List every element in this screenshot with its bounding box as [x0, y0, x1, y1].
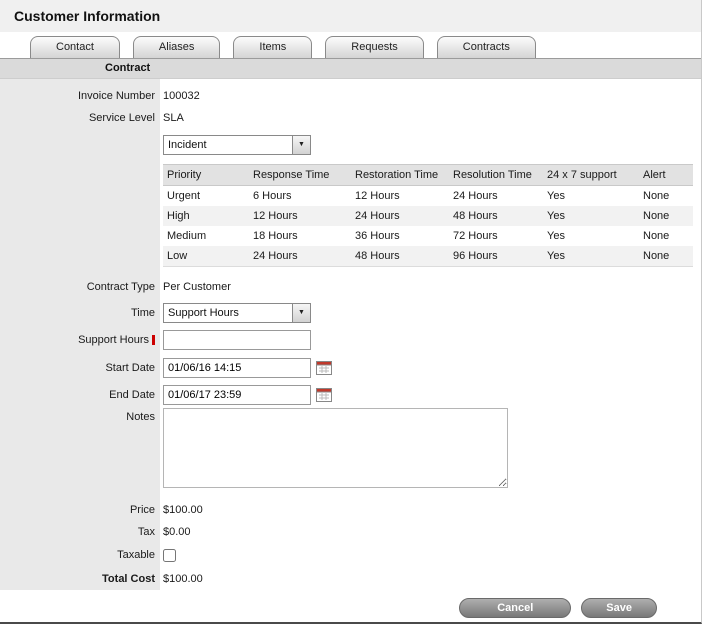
tax-row: Tax $0.00	[0, 521, 701, 543]
page-title: Customer Information	[0, 0, 701, 32]
total-cost-row: Total Cost $100.00	[0, 567, 701, 590]
support-hours-label: Support Hours	[0, 334, 163, 346]
section-title: Contract	[105, 62, 150, 74]
tab-items[interactable]: Items	[233, 36, 312, 58]
sla-table-head-row: PriorityResponse TimeRestoration TimeRes…	[163, 165, 693, 186]
sla-column-header: Response Time	[249, 165, 351, 186]
chevron-down-icon: ▼	[292, 136, 310, 154]
tab-aliases[interactable]: Aliases	[133, 36, 220, 58]
tab-bar: Contact Aliases Items Requests Contracts	[0, 32, 701, 59]
customer-information-window: Customer Information Contact Aliases Items…	[0, 0, 702, 624]
time-select[interactable]: Support Hours ▼	[163, 303, 311, 323]
tax-value: $0.00	[163, 526, 191, 538]
notes-row: Notes	[0, 408, 701, 494]
required-indicator	[152, 335, 155, 345]
invoice-number-value: 100032	[163, 90, 200, 102]
time-select-value: Support Hours	[164, 304, 292, 322]
taxable-row: Taxable	[0, 543, 701, 567]
service-level-label: Service Level	[0, 112, 163, 124]
contract-type-label: Contract Type	[0, 281, 163, 293]
start-date-row: Start Date	[0, 354, 701, 381]
calendar-icon[interactable]	[316, 387, 332, 402]
tab-contact[interactable]: Contact	[30, 36, 120, 58]
time-label: Time	[0, 307, 163, 319]
notes-label: Notes	[0, 408, 163, 423]
sla-table-row: Low24 Hours48 Hours96 HoursYesNone	[163, 246, 693, 267]
process-select-row: Incident ▼	[0, 131, 701, 158]
contract-type-value: Per Customer	[163, 281, 231, 293]
process-select[interactable]: Incident ▼	[163, 135, 311, 155]
sla-column-header: Resolution Time	[449, 165, 543, 186]
sla-column-header: Priority	[163, 165, 249, 186]
contract-type-row: Contract Type Per Customer	[0, 275, 701, 299]
section-header: Contract	[0, 59, 701, 79]
start-date-input[interactable]	[163, 358, 311, 378]
end-date-input[interactable]	[163, 385, 311, 405]
support-hours-input[interactable]	[163, 330, 311, 350]
save-button[interactable]: Save	[581, 598, 657, 618]
end-date-label: End Date	[0, 389, 163, 401]
sla-table: PriorityResponse TimeRestoration TimeRes…	[163, 164, 693, 267]
sla-column-header: Restoration Time	[351, 165, 449, 186]
price-value: $100.00	[163, 504, 203, 516]
process-select-value: Incident	[164, 136, 292, 154]
sla-table-body: Urgent6 Hours12 Hours24 HoursYesNoneHigh…	[163, 186, 693, 267]
support-hours-row: Support Hours	[0, 326, 701, 354]
tab-requests[interactable]: Requests	[325, 36, 423, 58]
taxable-checkbox[interactable]	[163, 549, 176, 562]
tax-label: Tax	[0, 526, 163, 538]
contract-form: Invoice Number 100032 Service Level SLA …	[0, 79, 701, 590]
end-date-row: End Date	[0, 381, 701, 408]
chevron-down-icon: ▼	[292, 304, 310, 322]
time-row: Time Support Hours ▼	[0, 299, 701, 326]
sla-table-row: Urgent6 Hours12 Hours24 HoursYesNone	[163, 186, 693, 207]
sla-column-header: 24 x 7 support	[543, 165, 639, 186]
sla-table-row: Medium18 Hours36 Hours72 HoursYesNone	[163, 226, 693, 246]
invoice-number-row: Invoice Number 100032	[0, 84, 701, 107]
tab-contracts[interactable]: Contracts	[437, 36, 536, 58]
total-cost-value: $100.00	[163, 573, 203, 585]
start-date-label: Start Date	[0, 362, 163, 374]
price-row: Price $100.00	[0, 498, 701, 521]
total-cost-label: Total Cost	[0, 573, 163, 585]
sla-table-row: High12 Hours24 Hours48 HoursYesNone	[163, 206, 693, 226]
service-level-value: SLA	[163, 112, 184, 124]
notes-textarea[interactable]	[163, 408, 508, 488]
invoice-number-label: Invoice Number	[0, 90, 163, 102]
taxable-label: Taxable	[0, 549, 163, 561]
price-label: Price	[0, 504, 163, 516]
sla-column-header: Alert	[639, 165, 693, 186]
cancel-button[interactable]: Cancel	[459, 598, 571, 618]
service-level-row: Service Level SLA	[0, 107, 701, 129]
action-bar: Cancel Save	[0, 590, 701, 624]
calendar-icon[interactable]	[316, 360, 332, 375]
